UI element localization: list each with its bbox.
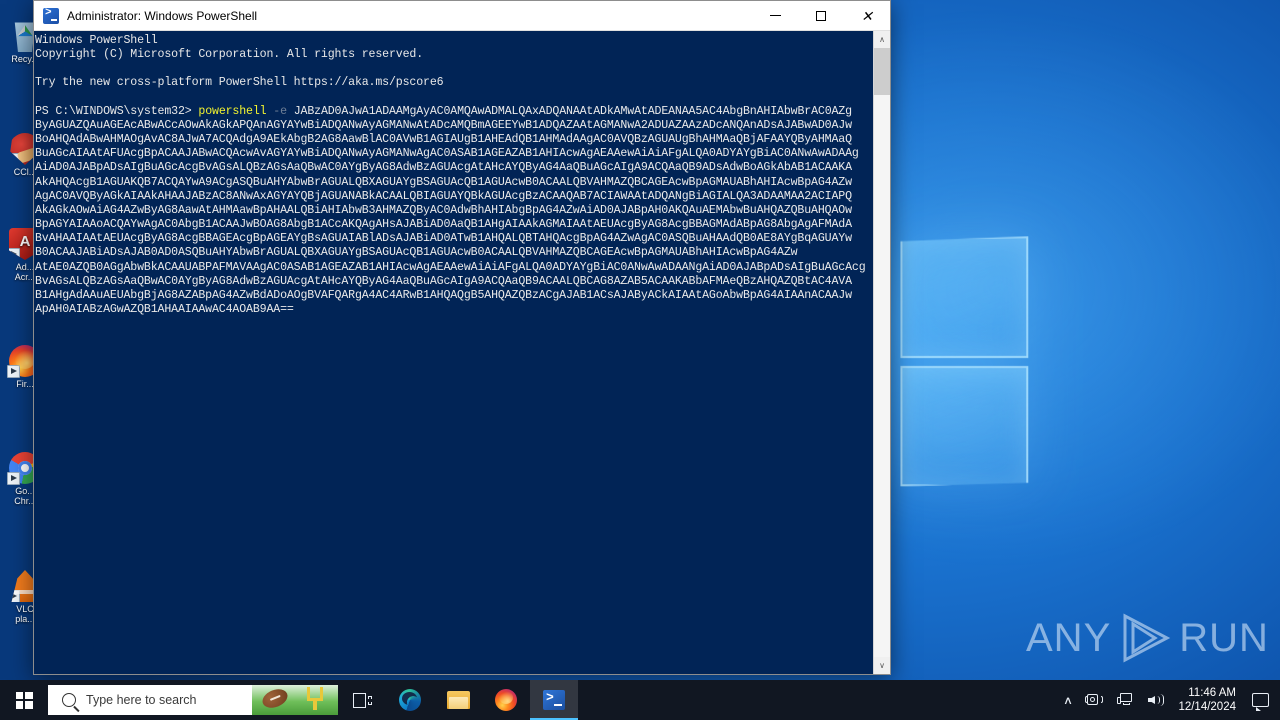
scrollbar-down-arrow[interactable]: ∨ bbox=[874, 657, 890, 674]
network-tray-button[interactable] bbox=[1110, 680, 1141, 720]
console-encoded-payload: JABzAD0AJwA1ADAAMgAyAC0AMQAwADMALQAxADQA… bbox=[35, 105, 866, 316]
window-titlebar[interactable]: Administrator: Windows PowerShell ✕ bbox=[34, 1, 890, 31]
shortcut-arrow-icon bbox=[7, 472, 20, 485]
scrollbar-thumb[interactable] bbox=[874, 48, 890, 95]
console-promo-line: Try the new cross-platform PowerShell ht… bbox=[35, 76, 443, 89]
console-scrollbar[interactable]: ∧ ∨ bbox=[873, 31, 890, 674]
powershell-icon bbox=[43, 8, 59, 24]
firefox-icon bbox=[495, 689, 517, 711]
window-title: Administrator: Windows PowerShell bbox=[67, 9, 752, 23]
console-flag: -e bbox=[273, 105, 287, 118]
football-news-widget[interactable] bbox=[252, 685, 338, 715]
search-icon bbox=[62, 693, 76, 707]
clock-date: 12/14/2024 bbox=[1178, 700, 1236, 714]
console-body[interactable]: Windows PowerShell Copyright (C) Microso… bbox=[34, 31, 890, 674]
camera-icon bbox=[1086, 694, 1103, 707]
taskbar-item-file-explorer[interactable] bbox=[434, 680, 482, 720]
action-center-button[interactable] bbox=[1245, 680, 1280, 720]
shortcut-arrow-icon bbox=[7, 153, 20, 166]
taskbar-item-windows-powershell[interactable] bbox=[530, 680, 578, 720]
console-header-line-1: Windows PowerShell bbox=[35, 34, 158, 47]
maximize-button[interactable] bbox=[798, 1, 844, 31]
clock[interactable]: 11:46 AM 12/14/2024 bbox=[1173, 680, 1245, 720]
windows-wallpaper-logo bbox=[900, 236, 1028, 487]
shortcut-arrow-icon bbox=[7, 248, 20, 261]
console-header-line-2: Copyright (C) Microsoft Corporation. All… bbox=[35, 48, 423, 61]
football-icon bbox=[260, 686, 290, 712]
close-button[interactable]: ✕ bbox=[844, 1, 890, 31]
wallpaper-pane-bottom bbox=[900, 366, 1028, 488]
clock-time: 11:46 AM bbox=[1188, 686, 1236, 700]
network-icon bbox=[1117, 693, 1134, 707]
file-explorer-icon bbox=[447, 691, 470, 709]
minimize-button[interactable] bbox=[752, 1, 798, 31]
scrollbar-track[interactable] bbox=[874, 48, 890, 657]
console-command: powershell bbox=[198, 105, 266, 118]
console-prompt: PS C:\WINDOWS\system32> bbox=[35, 105, 198, 118]
show-hidden-icons-button[interactable]: ∧ bbox=[1055, 680, 1083, 720]
notification-icon bbox=[1252, 693, 1269, 707]
wallpaper-pane-top bbox=[900, 236, 1028, 358]
task-view-icon bbox=[353, 693, 372, 708]
volume-tray-button[interactable] bbox=[1141, 680, 1173, 720]
search-input[interactable]: Type here to search bbox=[48, 685, 338, 715]
taskbar[interactable]: Type here to search ∧ 11:46 AM bbox=[0, 680, 1280, 720]
goalpost-icon bbox=[306, 687, 324, 709]
edge-icon bbox=[399, 689, 421, 711]
taskbar-item-firefox[interactable] bbox=[482, 680, 530, 720]
shortcut-arrow-icon bbox=[7, 590, 20, 603]
powershell-window[interactable]: Administrator: Windows PowerShell ✕ Wind… bbox=[33, 0, 891, 675]
console-output[interactable]: Windows PowerShell Copyright (C) Microso… bbox=[34, 31, 873, 674]
scrollbar-up-arrow[interactable]: ∧ bbox=[874, 31, 890, 48]
windows-logo-icon bbox=[16, 692, 33, 709]
taskbar-item-microsoft-edge[interactable] bbox=[386, 680, 434, 720]
shortcut-arrow-icon bbox=[7, 365, 20, 378]
task-view-button[interactable] bbox=[338, 680, 386, 720]
powershell-icon bbox=[543, 690, 565, 710]
start-button[interactable] bbox=[0, 680, 48, 720]
volume-icon bbox=[1148, 693, 1166, 707]
camera-tray-button[interactable] bbox=[1079, 680, 1110, 720]
system-tray[interactable]: ∧ 11:46 AM 12/14/2024 bbox=[1057, 680, 1280, 720]
